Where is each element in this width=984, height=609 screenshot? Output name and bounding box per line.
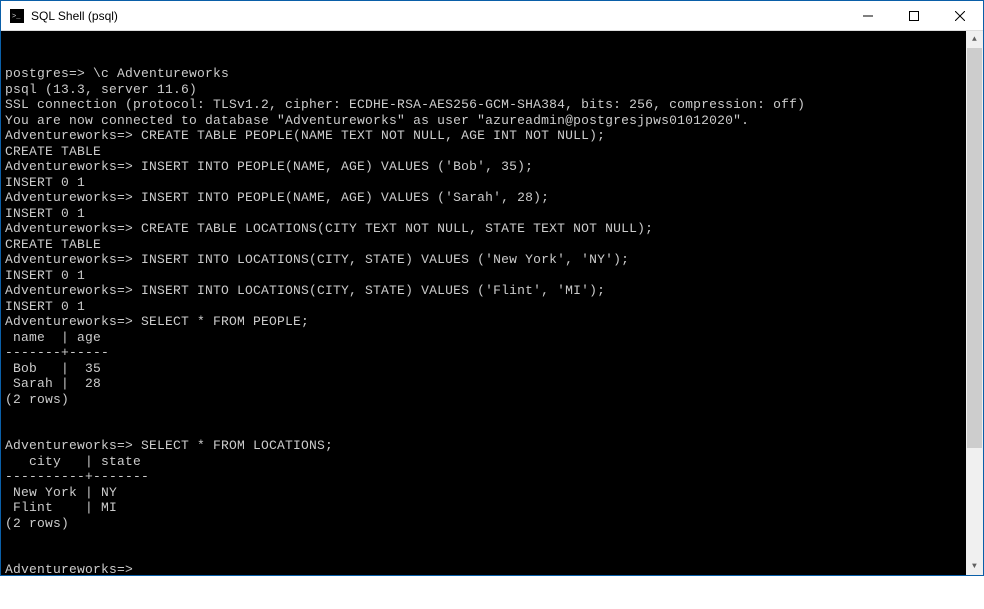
app-icon: >_ (9, 8, 25, 24)
terminal-line: CREATE TABLE (5, 144, 983, 160)
terminal-line: (2 rows) (5, 516, 983, 532)
terminal-line: Adventureworks=> (5, 562, 983, 578)
terminal-line: Adventureworks=> INSERT INTO LOCATIONS(C… (5, 252, 983, 268)
minimize-button[interactable] (845, 1, 891, 30)
scroll-down-arrow[interactable]: ▼ (966, 558, 983, 575)
terminal-line: name | age (5, 330, 983, 346)
maximize-button[interactable] (891, 1, 937, 30)
window-title: SQL Shell (psql) (31, 9, 845, 23)
terminal-line: CREATE TABLE (5, 237, 983, 253)
svg-text:>_: >_ (12, 13, 21, 21)
titlebar: >_ SQL Shell (psql) (1, 1, 983, 31)
terminal-line: Adventureworks=> SELECT * FROM PEOPLE; (5, 314, 983, 330)
terminal-line: psql (13.3, server 11.6) (5, 82, 983, 98)
terminal-line: Adventureworks=> CREATE TABLE LOCATIONS(… (5, 221, 983, 237)
terminal-line: -------+----- (5, 345, 983, 361)
terminal-line: Flint | MI (5, 500, 983, 516)
terminal-line (5, 423, 983, 439)
terminal-line: Adventureworks=> INSERT INTO PEOPLE(NAME… (5, 190, 983, 206)
terminal-line: New York | NY (5, 485, 983, 501)
terminal-line: Adventureworks=> CREATE TABLE PEOPLE(NAM… (5, 128, 983, 144)
terminal-line (5, 531, 983, 547)
terminal-line: Bob | 35 (5, 361, 983, 377)
scroll-up-arrow[interactable]: ▲ (966, 31, 983, 48)
vertical-scrollbar[interactable]: ▲ ▼ (966, 31, 983, 575)
scrollbar-thumb[interactable] (967, 48, 982, 448)
terminal-output[interactable]: postgres=> \c Adventureworkspsql (13.3, … (1, 31, 983, 575)
terminal-line: INSERT 0 1 (5, 206, 983, 222)
terminal-line: INSERT 0 1 (5, 268, 983, 284)
terminal-line: INSERT 0 1 (5, 175, 983, 191)
terminal-line (5, 407, 983, 423)
window-controls (845, 1, 983, 30)
terminal-line: Adventureworks=> INSERT INTO LOCATIONS(C… (5, 283, 983, 299)
terminal-line: city | state (5, 454, 983, 470)
terminal-line (5, 547, 983, 563)
terminal-line: (2 rows) (5, 392, 983, 408)
terminal-line: ----------+------- (5, 469, 983, 485)
terminal-line: Sarah | 28 (5, 376, 983, 392)
terminal-line: SSL connection (protocol: TLSv1.2, ciphe… (5, 97, 983, 113)
terminal-line: Adventureworks=> INSERT INTO PEOPLE(NAME… (5, 159, 983, 175)
terminal-line: Adventureworks=> SELECT * FROM LOCATIONS… (5, 438, 983, 454)
terminal-line: postgres=> \c Adventureworks (5, 66, 983, 82)
terminal-line: You are now connected to database "Adven… (5, 113, 983, 129)
terminal-line: INSERT 0 1 (5, 299, 983, 315)
close-button[interactable] (937, 1, 983, 30)
